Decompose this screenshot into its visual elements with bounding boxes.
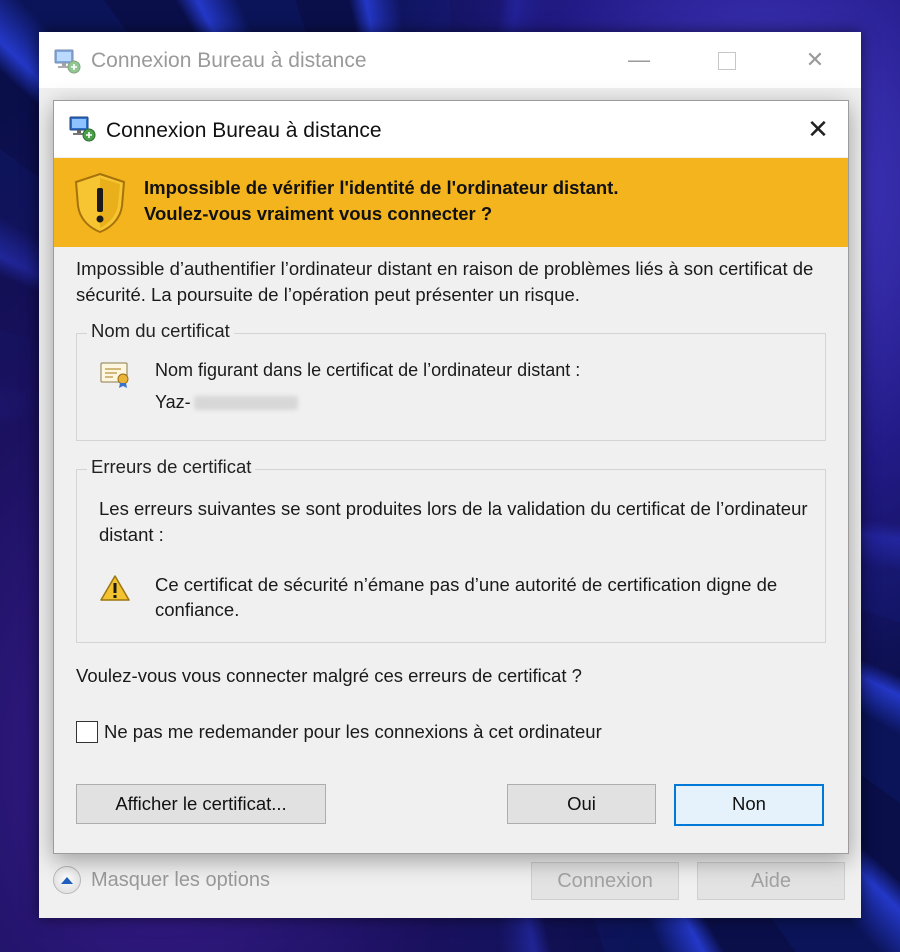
- hide-options-toggle[interactable]: Masquer les options: [53, 866, 270, 894]
- background-close-button[interactable]: ✕: [793, 42, 837, 78]
- dont-ask-again-label[interactable]: Ne pas me redemander pour les connexions…: [104, 721, 602, 743]
- view-certificate-button[interactable]: Afficher le certificat...: [76, 784, 326, 824]
- dialog-titlebar: Connexion Bureau à distance ✕: [54, 101, 848, 157]
- certificate-group-title: Nom du certificat: [87, 320, 234, 342]
- background-footer: Masquer les options Connexion Aide: [39, 850, 861, 918]
- background-titlebar: Connexion Bureau à distance — ✕: [39, 32, 861, 88]
- connect-button[interactable]: Connexion: [531, 862, 679, 900]
- dont-ask-again-checkbox[interactable]: [76, 721, 98, 743]
- help-button[interactable]: Aide: [697, 862, 845, 900]
- description-text: Impossible d’authentifier l’ordinateur d…: [76, 258, 814, 305]
- remote-desktop-icon: [68, 115, 98, 148]
- certificate-icon: [99, 360, 133, 393]
- background-window-title: Connexion Bureau à distance: [91, 49, 367, 72]
- dialog-close-button[interactable]: ✕: [796, 109, 840, 149]
- error-item-text: Ce certificat de sécurité n’émane pas d’…: [155, 574, 778, 620]
- certificate-errors-group: Erreurs de certificat Les erreurs suivan…: [76, 456, 826, 643]
- no-button[interactable]: Non: [674, 784, 824, 826]
- certificate-name-group: Nom du certificat Nom figurant dans le c…: [76, 320, 826, 441]
- certificate-warning-dialog: Connexion Bureau à distance ✕ Impossible…: [53, 100, 849, 854]
- chevron-up-icon: [53, 866, 81, 894]
- certificate-name-prefix: Yaz-: [155, 392, 191, 412]
- yes-button[interactable]: Oui: [507, 784, 656, 824]
- banner-line-1: Impossible de vérifier l'identité de l'o…: [144, 177, 619, 198]
- errors-group-title: Erreurs de certificat: [87, 456, 256, 478]
- security-shield-icon: [72, 172, 128, 239]
- warning-icon: [99, 574, 131, 607]
- errors-intro-text: Les erreurs suivantes se sont produites …: [99, 498, 808, 545]
- redacted-text: [193, 395, 298, 410]
- warning-banner: Impossible de vérifier l'identité de l'o…: [54, 158, 848, 247]
- minimize-button[interactable]: —: [617, 42, 661, 78]
- dont-ask-again-checkbox-row[interactable]: Ne pas me redemander pour les connexions…: [76, 721, 602, 743]
- connect-question: Voulez-vous vous connecter malgré ces er…: [76, 665, 582, 686]
- certificate-name-label: Nom figurant dans le certificat de l’ord…: [155, 360, 581, 380]
- banner-line-2: Voulez-vous vraiment vous connecter ?: [144, 203, 493, 224]
- certificate-name-value: Yaz-: [155, 392, 298, 413]
- dialog-title: Connexion Bureau à distance: [106, 119, 382, 142]
- maximize-button[interactable]: [705, 42, 749, 78]
- remote-desktop-icon: [53, 48, 83, 79]
- hide-options-label: Masquer les options: [91, 868, 270, 891]
